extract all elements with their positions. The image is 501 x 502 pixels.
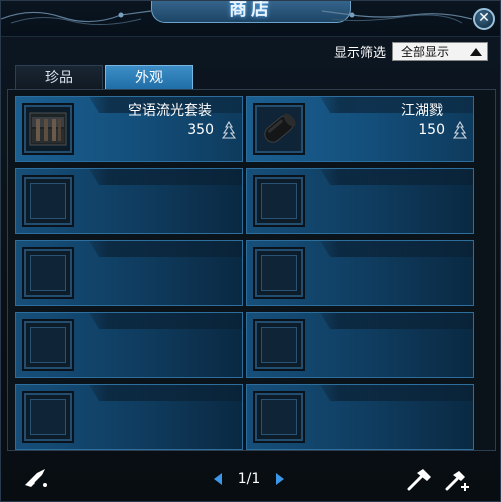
filter-selected-value: 全部显示 [401, 44, 450, 59]
next-page-icon[interactable] [276, 473, 285, 485]
item-name: 空语流光套装 [128, 103, 212, 119]
tab-appearance[interactable]: 外观 [105, 65, 193, 89]
filter-row: 显示筛选 全部显示 [334, 41, 488, 61]
empty-item-cell [15, 240, 243, 306]
page-indicator: 1/1 [237, 471, 261, 487]
slot-frame [261, 255, 297, 291]
item-price: 150 [418, 122, 445, 138]
sell-tool-icon[interactable] [23, 467, 49, 489]
slot-frame [30, 183, 66, 219]
filter-label: 显示筛选 [333, 45, 386, 61]
slot-frame [30, 255, 66, 291]
title-ornament-right [322, 10, 472, 24]
close-button[interactable]: ✕ [473, 8, 495, 30]
empty-item-cell [15, 384, 243, 450]
empty-item-cell [246, 312, 474, 378]
item-price: 350 [187, 122, 214, 138]
pager: 1/1 [199, 469, 299, 489]
item-slot [253, 103, 305, 155]
item-slot [253, 319, 305, 371]
empty-item-cell [246, 384, 474, 450]
item-slot [22, 319, 74, 371]
empty-item-cell [15, 168, 243, 234]
item-grid: 空语流光套装 350 江湖戮 150 [15, 96, 489, 450]
close-icon: ✕ [478, 10, 490, 26]
item-slot [253, 175, 305, 227]
empty-item-cell [246, 168, 474, 234]
repair-hammer-icon[interactable] [405, 467, 433, 491]
item-slot [22, 103, 74, 155]
shop-item[interactable]: 空语流光套装 350 [15, 96, 243, 162]
shop-item[interactable]: 江湖戮 150 [246, 96, 474, 162]
tab-rare-items[interactable]: 珍品 [15, 65, 103, 89]
empty-item-cell [246, 240, 474, 306]
item-slot [253, 247, 305, 299]
slot-frame [30, 327, 66, 363]
bottom-bar: 1/1 [1, 459, 500, 499]
tab-bar: 珍品 外观 [15, 65, 193, 89]
slot-frame [261, 327, 297, 363]
filter-dropdown[interactable]: 全部显示 [392, 41, 488, 61]
empty-item-cell [15, 312, 243, 378]
item-name: 江湖戮 [401, 103, 443, 119]
window-title: 商店 [151, 1, 351, 23]
slot-frame [261, 399, 297, 435]
slot-frame [261, 183, 297, 219]
item-slot [22, 247, 74, 299]
item-slot [22, 175, 74, 227]
title-bar: 商店 ✕ [1, 1, 500, 37]
currency-icon [453, 121, 467, 139]
repair-all-hammer-icon[interactable] [443, 467, 471, 491]
dark-scroll-icon [257, 107, 301, 151]
currency-icon [222, 121, 236, 139]
dropdown-arrow-icon [470, 47, 482, 56]
title-ornament-left [1, 10, 151, 26]
item-slot [22, 391, 74, 443]
prev-page-icon[interactable] [213, 473, 222, 485]
item-slot [253, 391, 305, 443]
slot-frame [30, 399, 66, 435]
shop-window: 商店 ✕ 显示筛选 全部显示 珍品 外观 空语流光套装 350 江湖戮 150 … [0, 0, 501, 502]
item-panel: 空语流光套装 350 江湖戮 150 [7, 89, 496, 451]
outfit-chest-icon [29, 112, 67, 146]
